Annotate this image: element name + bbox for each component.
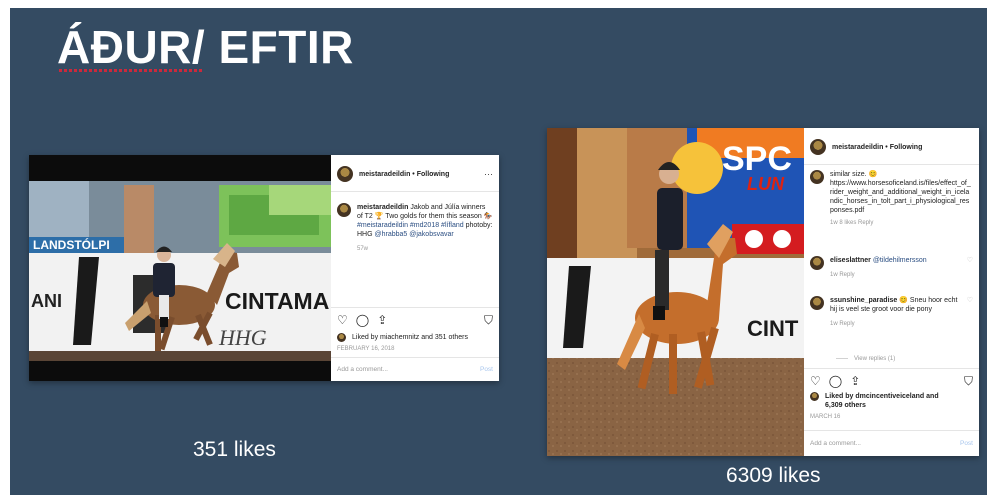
comment-row: eliseslattner @tildehilmersson 1w Reply … [810,256,973,280]
likes-row: Liked by miachemnitz and 351 others [337,333,493,342]
avatar [810,392,819,401]
divider [804,430,979,431]
avatar[interactable] [810,139,826,155]
comment-mention[interactable]: @tildehilmersson [873,257,927,264]
avatar [337,333,346,342]
slide-title-text: ÁÐUR/ EFTIR [57,21,354,73]
comment-link[interactable]: https://www.horsesoficeland.is/files/eff… [830,179,973,215]
banner-text-ani: ANI [31,291,62,311]
post-header: meistaradeildin • Following ··· [337,165,493,183]
caption-username[interactable]: meistaradeildin [357,204,408,211]
banner-text-sponsor: SPC [722,140,792,178]
post-comment-button[interactable]: Post [480,366,493,373]
share-icon[interactable]: ⇪ [850,374,860,389]
avatar[interactable] [810,256,824,270]
slide-title: ÁÐUR/ EFTIR [57,20,354,74]
avatar[interactable] [337,166,353,182]
comment-text: eliseslattner @tildehilmersson 1w Reply [830,256,927,280]
comment-body: similar size. 😊 [830,171,878,178]
divider [804,164,979,165]
post-sidebar-before: meistaradeildin • Following ··· meistara… [331,155,499,381]
post-header: meistaradeildin • Following [810,138,973,156]
comment-meta[interactable]: 1w 8 likes Reply [830,219,973,228]
post-sidebar-after: meistaradeildin • Following similar size… [804,128,979,456]
like-comment-icon[interactable]: ♡ [967,296,973,329]
post-date: FEBRUARY 16, 2018 [337,346,395,352]
comment-text: similar size. 😊 https://www.horsesoficel… [830,170,973,228]
comment-row: similar size. 😊 https://www.horsesoficel… [810,170,973,228]
instagram-post-after: SPC LUN CINT meistaradeildin • Following… [547,128,979,456]
liked-count: 6,309 others [825,402,866,409]
caption-hashtags[interactable]: #meistaradeildin #md2018 #lífland [357,222,464,229]
heart-icon[interactable]: ♡ [810,374,821,389]
share-icon[interactable]: ⇪ [377,313,387,328]
likes-caption-before: 351 likes [193,438,276,461]
caption-age: 57w [357,246,369,252]
liked-by-text[interactable]: Liked by miachemnitz and 351 others [352,334,468,341]
post-date: MARCH 16 [810,414,841,420]
likes-row: Liked by dmcincentiveiceland and 6,309 o… [810,392,973,410]
photo-watermark: HHG [218,325,267,350]
banner-text-cintamani: CINTAMA [225,288,329,314]
account-name[interactable]: meistaradeildin • Following [832,144,973,151]
post-photo-before: LANDSTÓLPI ANI CINTAMA HHG [29,155,331,381]
add-comment-bar: Add a comment... Post [337,366,493,373]
add-comment-bar: Add a comment... Post [810,440,973,447]
bookmark-icon[interactable]: ⛉ [964,374,973,389]
liked-by-line: Liked by dmcincentiveiceland and [825,393,939,400]
add-comment-input[interactable]: Add a comment... [337,366,388,373]
instagram-post-before: LANDSTÓLPI ANI CINTAMA HHG meistaradeild… [29,155,499,381]
caption-mentions[interactable]: @hrabba5 @jakobsvavar [375,231,454,238]
account-name[interactable]: meistaradeildin • Following [359,171,478,178]
comment-text: ssunshine_paradise 😊 Sneu hoor echt hij … [830,296,961,329]
comment-row: ssunshine_paradise 😊 Sneu hoor echt hij … [810,296,973,329]
avatar[interactable] [810,296,824,310]
heart-icon[interactable]: ♡ [337,313,348,328]
caption-text: meistaradeildin Jakob and Júlía winners … [357,203,493,254]
action-bar: ♡ ◯ ⇪ ⛉ [337,313,493,328]
more-options-icon[interactable]: ··· [484,169,493,179]
avatar[interactable] [337,203,351,217]
like-comment-icon[interactable]: ♡ [967,256,973,280]
spellcheck-underline [59,69,204,72]
action-bar: ♡ ◯ ⇪ ⛉ [810,374,973,389]
bookmark-icon[interactable]: ⛉ [484,313,493,328]
banner-text-cintamani: CINT [747,316,799,341]
banner-text-landstolpi: LANDSTÓLPI [33,237,110,252]
comment-username[interactable]: ssunshine_paradise [830,297,897,304]
comment-meta[interactable]: 1w Reply [830,271,927,280]
divider [331,191,499,192]
add-comment-input[interactable]: Add a comment... [810,440,861,447]
caption-row: meistaradeildin Jakob and Júlía winners … [337,203,493,254]
avatar[interactable] [810,170,824,184]
liked-by-text[interactable]: Liked by dmcincentiveiceland and 6,309 o… [825,392,939,410]
comment-icon[interactable]: ◯ [829,374,842,389]
view-replies-link[interactable]: View replies (1) [854,356,895,362]
post-photo-after: SPC LUN CINT [547,128,804,456]
divider [331,307,499,308]
horse-photo-before: LANDSTÓLPI ANI CINTAMA HHG [29,155,331,381]
banner-text-sponsor-2: LUN [747,174,785,194]
slide: ÁÐUR/ EFTIR LANDSTÓLPI ANI CINTAMA HHG m… [10,8,987,495]
post-comment-button[interactable]: Post [960,440,973,447]
comment-username[interactable]: eliseslattner [830,257,871,264]
divider [331,357,499,358]
comment-meta[interactable]: 1w Reply [830,320,961,329]
divider [804,368,979,369]
likes-caption-after: 6309 likes [726,464,821,487]
horse-photo-after: SPC LUN CINT [547,128,804,456]
view-replies[interactable]: —— View replies (1) [836,356,973,362]
comment-icon[interactable]: ◯ [356,313,369,328]
